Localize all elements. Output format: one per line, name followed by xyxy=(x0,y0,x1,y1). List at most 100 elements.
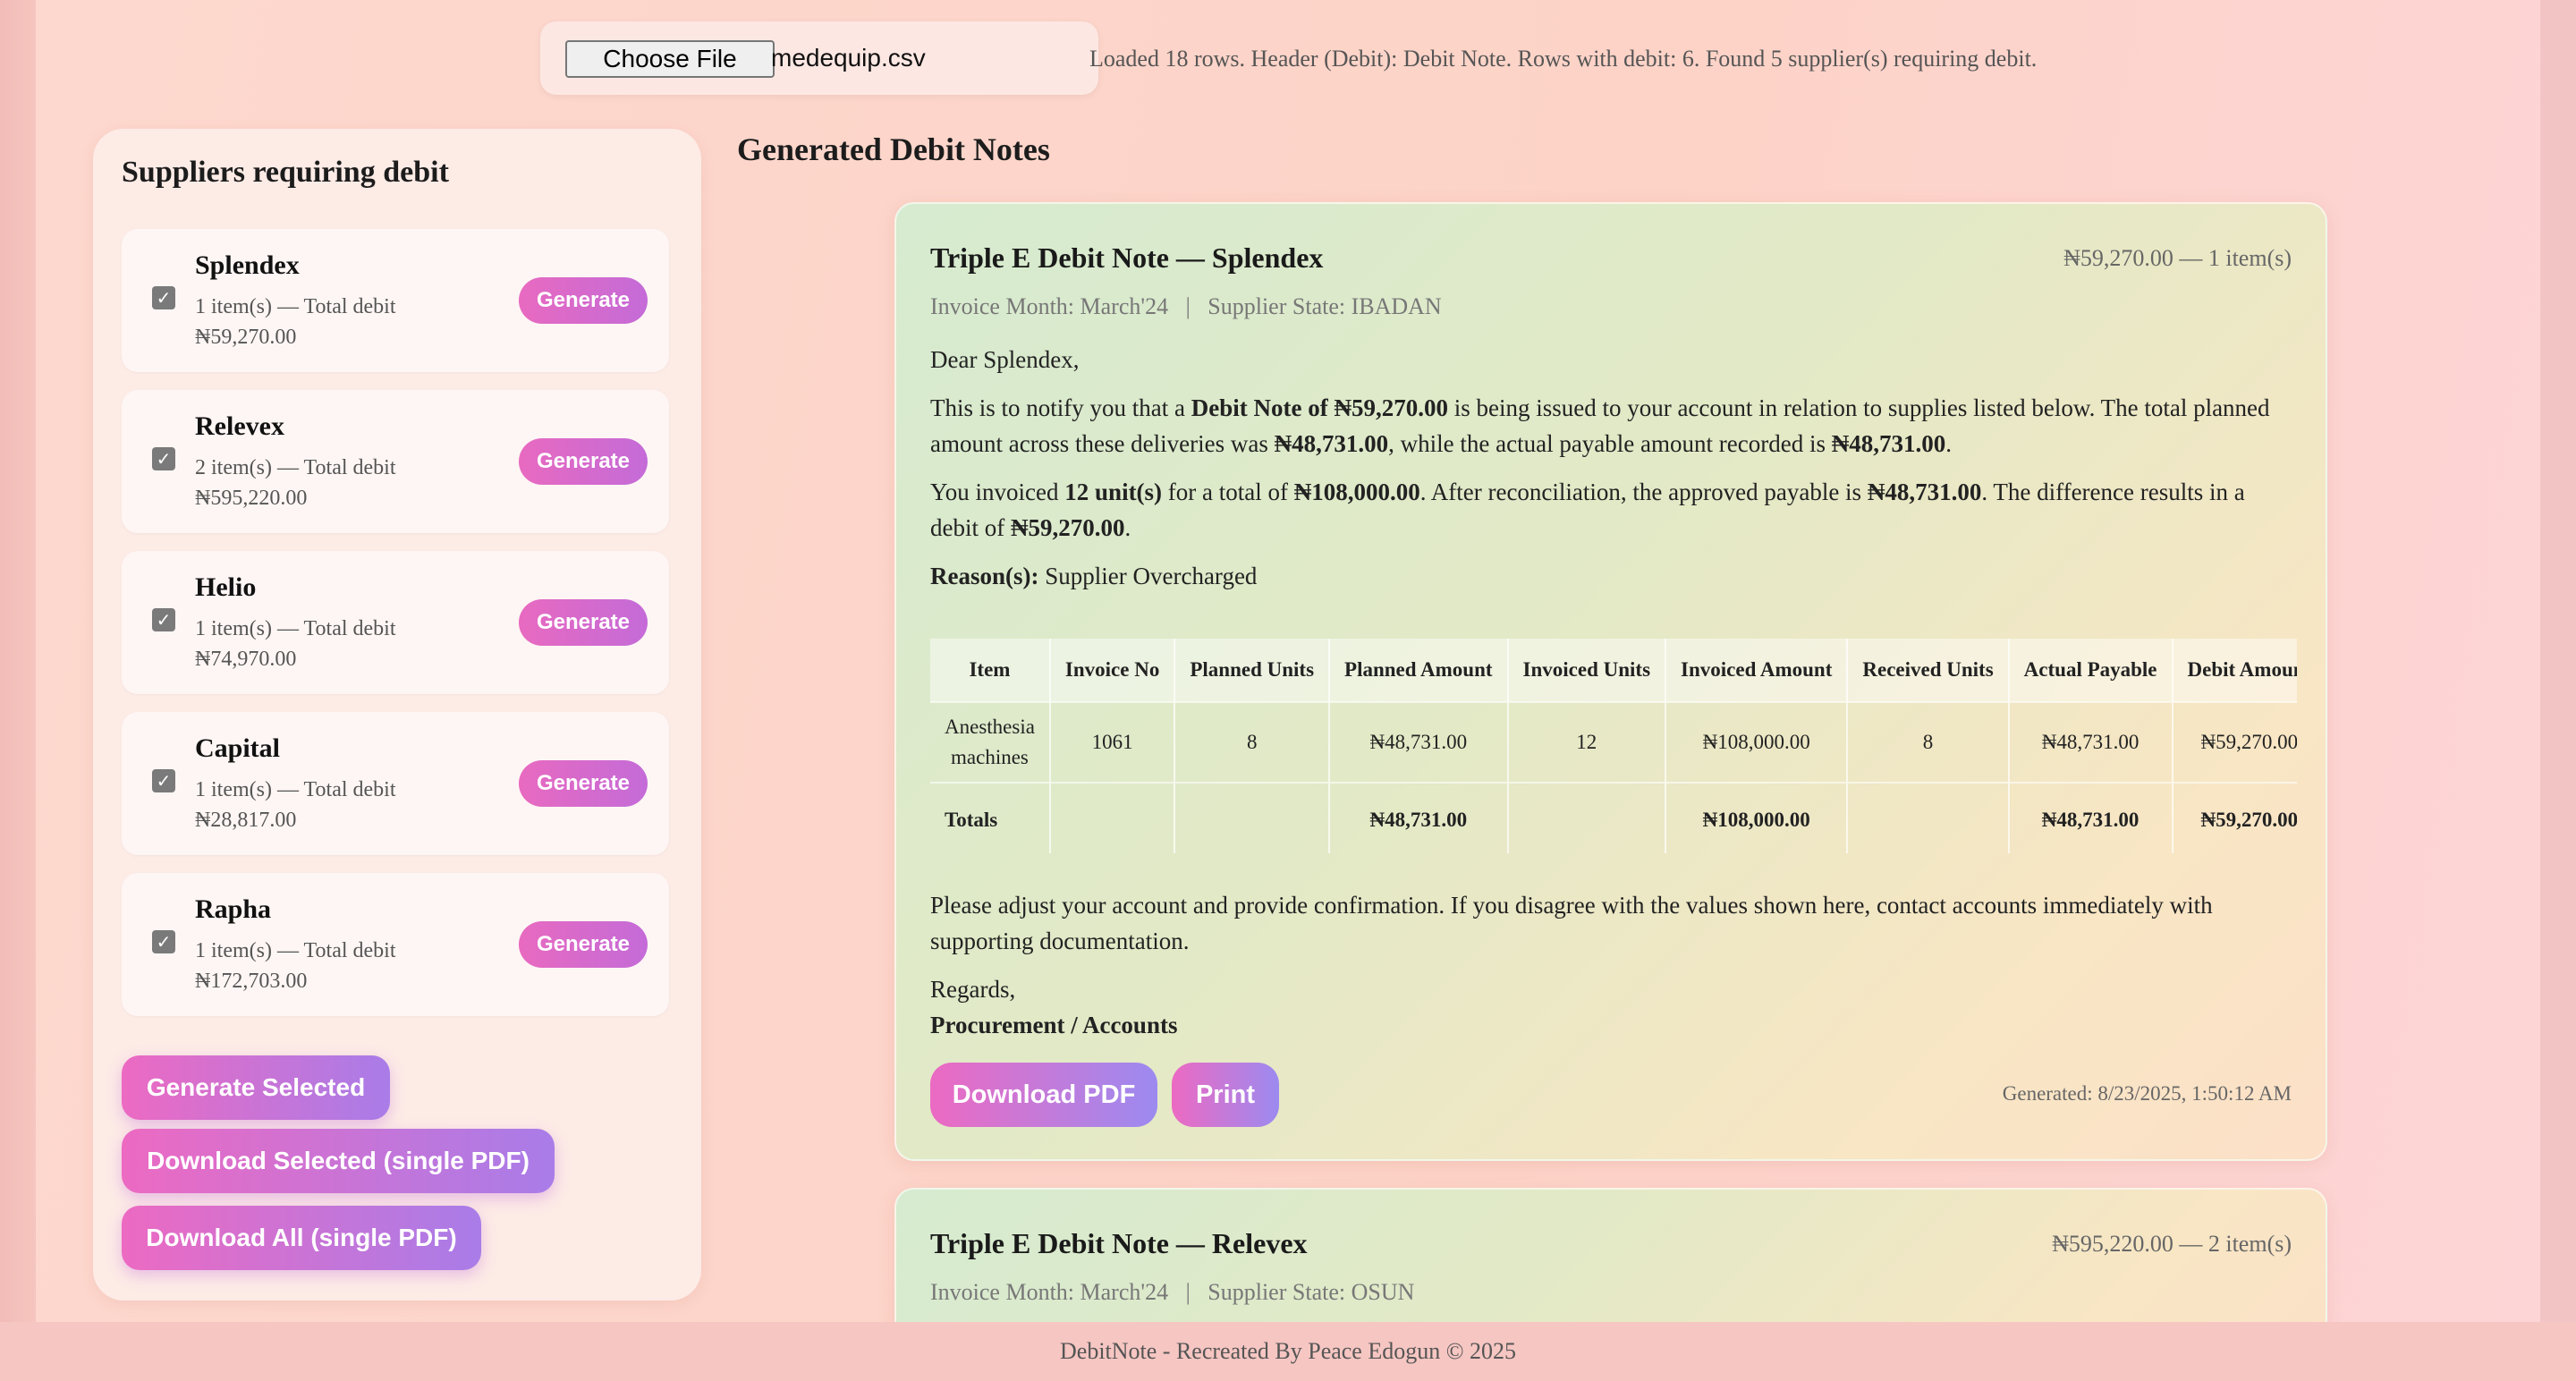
text: . After reconciliation, the approved pay… xyxy=(1419,479,1868,505)
print-button[interactable]: Print xyxy=(1172,1063,1279,1127)
note-closing: Please adjust your account and provide c… xyxy=(930,887,2297,1043)
generate-button[interactable]: Generate xyxy=(519,921,648,968)
greeting: Dear Splendex, xyxy=(930,346,1080,373)
table-cell xyxy=(1847,782,2010,853)
table-cell xyxy=(1507,782,1667,853)
text: , while the actual payable amount record… xyxy=(1388,430,1832,457)
debit-note-card-splendex: Triple E Debit Note — Splendex ₦59,270.0… xyxy=(894,202,2327,1161)
generated-notes-title: Generated Debit Notes xyxy=(737,131,1050,167)
note-title: Triple E Debit Note — Splendex xyxy=(930,241,1324,274)
supplier-name: Splendex xyxy=(195,250,300,280)
paragraph-reconciliation: You invoiced 12 unit(s) for a total of ₦… xyxy=(930,474,2297,546)
generate-selected-button[interactable]: Generate Selected xyxy=(122,1055,390,1120)
load-status-text: Loaded 18 rows. Header (Debit): Debit No… xyxy=(1089,46,2038,72)
supplier-card-helio: ✓ Helio 1 item(s) — Total debit ₦74,970.… xyxy=(122,551,669,694)
regards: Regards, xyxy=(930,976,1016,1003)
reason-label: Reason(s): xyxy=(930,563,1039,589)
supplier-meta: 1 item(s) — Total debit ₦172,703.00 xyxy=(195,939,396,993)
table-cell: 8 xyxy=(1174,701,1331,783)
supplier-card-rapha: ✓ Rapha 1 item(s) — Total debit ₦172,703… xyxy=(122,873,669,1016)
supplier-meta: 1 item(s) — Total debit ₦74,970.00 xyxy=(195,617,396,671)
table-cell: ₦59,270.00 xyxy=(2172,701,2297,783)
text: You invoiced xyxy=(930,479,1065,505)
text: . xyxy=(1945,430,1952,457)
text: 12 unit(s) xyxy=(1064,479,1163,505)
table-cell: 1061 xyxy=(1049,701,1176,783)
table-cell: ₦48,731.00 xyxy=(1329,701,1509,783)
table-cell: ₦48,731.00 xyxy=(2008,782,2174,853)
table-cell: 8 xyxy=(1847,701,2010,783)
table-cell: ₦108,000.00 xyxy=(1665,782,1849,853)
table-header-row: Item Invoice No Planned Units Planned Am… xyxy=(930,639,2297,702)
column-header: Planned Amount xyxy=(1329,639,1509,702)
column-header: Debit Amount xyxy=(2172,639,2297,702)
table-cell: 12 xyxy=(1507,701,1667,783)
table-cell: ₦108,000.00 xyxy=(1665,701,1849,783)
generated-timestamp: Generated: 8/23/2025, 1:50:12 AM xyxy=(2002,1082,2292,1105)
text: for a total of xyxy=(1162,479,1294,505)
text: Debit Note of ₦59,270.00 xyxy=(1191,394,1448,421)
generate-button[interactable]: Generate xyxy=(519,599,648,646)
supplier-meta: 1 item(s) — Total debit ₦59,270.00 xyxy=(195,295,396,349)
download-selected-button[interactable]: Download Selected (single PDF) xyxy=(122,1129,555,1193)
debit-note-card-relevex: Triple E Debit Note — Relevex ₦595,220.0… xyxy=(894,1188,2327,1322)
paragraph-debit-notice: This is to notify you that a Debit Note … xyxy=(930,390,2297,462)
text: . xyxy=(1124,514,1131,541)
supplier-card-relevex: ✓ Relevex 2 item(s) — Total debit ₦595,2… xyxy=(122,390,669,533)
table-row: Anesthesia machines 1061 8 ₦48,731.00 12… xyxy=(930,701,2297,783)
download-all-button[interactable]: Download All (single PDF) xyxy=(122,1206,481,1270)
items-table-scroll[interactable]: Item Invoice No Planned Units Planned Am… xyxy=(930,639,2297,853)
column-header: Item xyxy=(930,639,1051,702)
text: ₦48,731.00 xyxy=(1274,430,1389,457)
supplier-name: Rapha xyxy=(195,894,272,924)
generate-button[interactable]: Generate xyxy=(519,277,648,324)
note-body: Dear Splendex, This is to notify you tha… xyxy=(930,342,2297,606)
table-cell xyxy=(1049,782,1176,853)
table-cell: ₦48,731.00 xyxy=(1329,782,1509,853)
supplier-checkbox[interactable]: ✓ xyxy=(152,608,175,631)
reason-value: Supplier Overcharged xyxy=(1038,563,1258,589)
supplier-name: Capital xyxy=(195,733,281,763)
reason-line: Reason(s): Supplier Overcharged xyxy=(930,558,2297,594)
text: ₦48,731.00 xyxy=(1831,430,1946,457)
column-header: Invoice No xyxy=(1049,639,1176,702)
supplier-name: Helio xyxy=(195,572,257,602)
page-footer: DebitNote - Recreated By Peace Edogun © … xyxy=(0,1322,2576,1381)
selected-file-name: medequip.csv xyxy=(771,44,926,72)
supplier-meta: 1 item(s) — Total debit ₦28,817.00 xyxy=(195,778,396,832)
text: ₦59,270.00 xyxy=(1010,514,1125,541)
generate-button[interactable]: Generate xyxy=(519,760,648,807)
table-totals-row: Totals ₦48,731.00 ₦108,000.00 ₦48,731.00… xyxy=(930,782,2297,853)
supplier-checkbox[interactable]: ✓ xyxy=(152,286,175,309)
suppliers-panel-title: Suppliers requiring debit xyxy=(122,156,449,189)
closing-paragraph: Please adjust your account and provide c… xyxy=(930,892,2213,954)
download-pdf-button[interactable]: Download PDF xyxy=(930,1063,1157,1127)
supplier-name: Relevex xyxy=(195,411,284,441)
app-window: Choose File medequip.csv Loaded 18 rows.… xyxy=(36,0,2540,1322)
table-cell: Totals xyxy=(930,782,1051,853)
supplier-checkbox[interactable]: ✓ xyxy=(152,769,175,792)
supplier-checkbox[interactable]: ✓ xyxy=(152,930,175,953)
note-title: Triple E Debit Note — Relevex xyxy=(930,1227,1308,1259)
supplier-checkbox[interactable]: ✓ xyxy=(152,447,175,470)
table-cell: ₦59,270.00 xyxy=(2172,782,2297,853)
choose-file-button[interactable]: Choose File xyxy=(565,40,775,78)
column-header: Invoiced Amount xyxy=(1665,639,1849,702)
column-header: Received Units xyxy=(1847,639,2010,702)
items-table: Item Invoice No Planned Units Planned Am… xyxy=(930,639,2297,853)
text: This is to notify you that a xyxy=(930,394,1191,421)
suppliers-panel: Suppliers requiring debit ✓ Splendex 1 i… xyxy=(93,129,701,1301)
table-cell xyxy=(1174,782,1331,853)
column-header: Invoiced Units xyxy=(1507,639,1667,702)
note-summary: ₦595,220.00 — 2 item(s) xyxy=(2052,1231,2292,1257)
table-cell: ₦48,731.00 xyxy=(2008,701,2174,783)
supplier-card-capital: ✓ Capital 1 item(s) — Total debit ₦28,81… xyxy=(122,712,669,855)
supplier-meta: 2 item(s) — Total debit ₦595,220.00 xyxy=(195,456,396,510)
note-summary: ₦59,270.00 — 1 item(s) xyxy=(2063,245,2292,271)
signoff: Procurement / Accounts xyxy=(930,1012,1178,1038)
note-subline: Invoice Month: March'24 | Supplier State… xyxy=(930,1279,1415,1305)
column-header: Planned Units xyxy=(1174,639,1331,702)
generate-button[interactable]: Generate xyxy=(519,438,648,485)
table-cell: Anesthesia machines xyxy=(930,701,1051,783)
text: ₦108,000.00 xyxy=(1293,479,1420,505)
